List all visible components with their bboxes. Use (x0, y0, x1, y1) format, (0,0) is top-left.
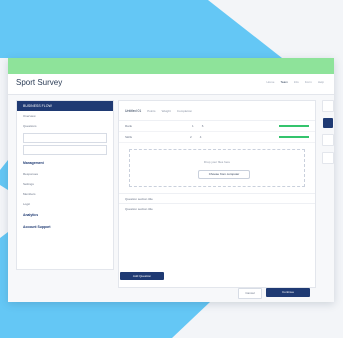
row-value: 1 (192, 124, 194, 128)
score-bar (279, 136, 309, 138)
row-value: 2 (190, 135, 192, 139)
upload-button[interactable]: Choose from computer (198, 170, 250, 179)
tool-button[interactable] (322, 100, 334, 112)
sidebar-input[interactable] (23, 145, 107, 155)
row-value: 4 (199, 135, 202, 139)
sidebar-item[interactable]: Settings (17, 179, 113, 189)
table-row[interactable]: Rank 1 6 (119, 121, 315, 132)
sidebar-item[interactable]: Questions (17, 121, 113, 131)
breadcrumb-item[interactable]: Form (305, 80, 312, 84)
section-row[interactable]: Question section title (119, 193, 315, 203)
row-label: Skills (125, 135, 133, 139)
question-header: Untitled 01 Points Weight Completion (119, 101, 315, 121)
sidebar-input[interactable] (23, 133, 107, 143)
main-panel: Untitled 01 Points Weight Completion Ran… (118, 100, 316, 288)
app-window: Sport Survey Home Team Info Form Help BU… (8, 58, 334, 302)
sidebar-item[interactable]: Members (17, 189, 113, 199)
row-label: Rank (125, 124, 133, 128)
continue-button[interactable]: Continue (266, 288, 310, 297)
question-title[interactable]: Untitled 01 (125, 109, 141, 113)
table-row[interactable]: Skills 2 4 (119, 132, 315, 143)
score-bar (279, 125, 309, 127)
breadcrumb: Home Team Info Form Help (266, 80, 324, 84)
sidebar-item[interactable]: Logic (17, 199, 113, 209)
sidebar-item[interactable]: Responses (17, 169, 113, 179)
column-header: Completion (176, 108, 193, 113)
top-bar (8, 58, 334, 74)
column-header: Weight (161, 108, 171, 113)
app-title: Sport Survey (16, 78, 63, 87)
upload-text: Drop your files here (203, 160, 231, 164)
breadcrumb-item[interactable]: Help (318, 80, 324, 84)
column-header: Points (147, 108, 156, 113)
sidebar-section[interactable]: Account Support (17, 221, 113, 233)
section-row[interactable]: Question section title (119, 203, 315, 213)
tool-button[interactable] (322, 134, 334, 146)
breadcrumb-item[interactable]: Team (280, 80, 287, 84)
header-bar: Sport Survey Home Team Info Form Help (8, 74, 334, 95)
breadcrumb-item[interactable]: Info (294, 80, 299, 84)
breadcrumb-item[interactable]: Home (266, 80, 274, 84)
sidebar-section[interactable]: Management (17, 157, 113, 169)
upload-area[interactable]: Drop your files here Choose from compute… (129, 149, 305, 187)
tool-button[interactable] (323, 118, 333, 128)
sidebar-item[interactable]: Overview (17, 111, 113, 121)
tool-button[interactable] (322, 152, 334, 164)
row-value: 6 (201, 124, 204, 128)
right-toolbar (322, 100, 334, 180)
sidebar: BUSINESS FLOW Overview Questions Managem… (16, 100, 114, 270)
add-question-button[interactable]: Add Question (120, 272, 164, 280)
sidebar-section[interactable]: Analytics (17, 209, 113, 221)
cancel-button[interactable]: Cancel (238, 288, 262, 299)
sidebar-header: BUSINESS FLOW (17, 101, 113, 111)
